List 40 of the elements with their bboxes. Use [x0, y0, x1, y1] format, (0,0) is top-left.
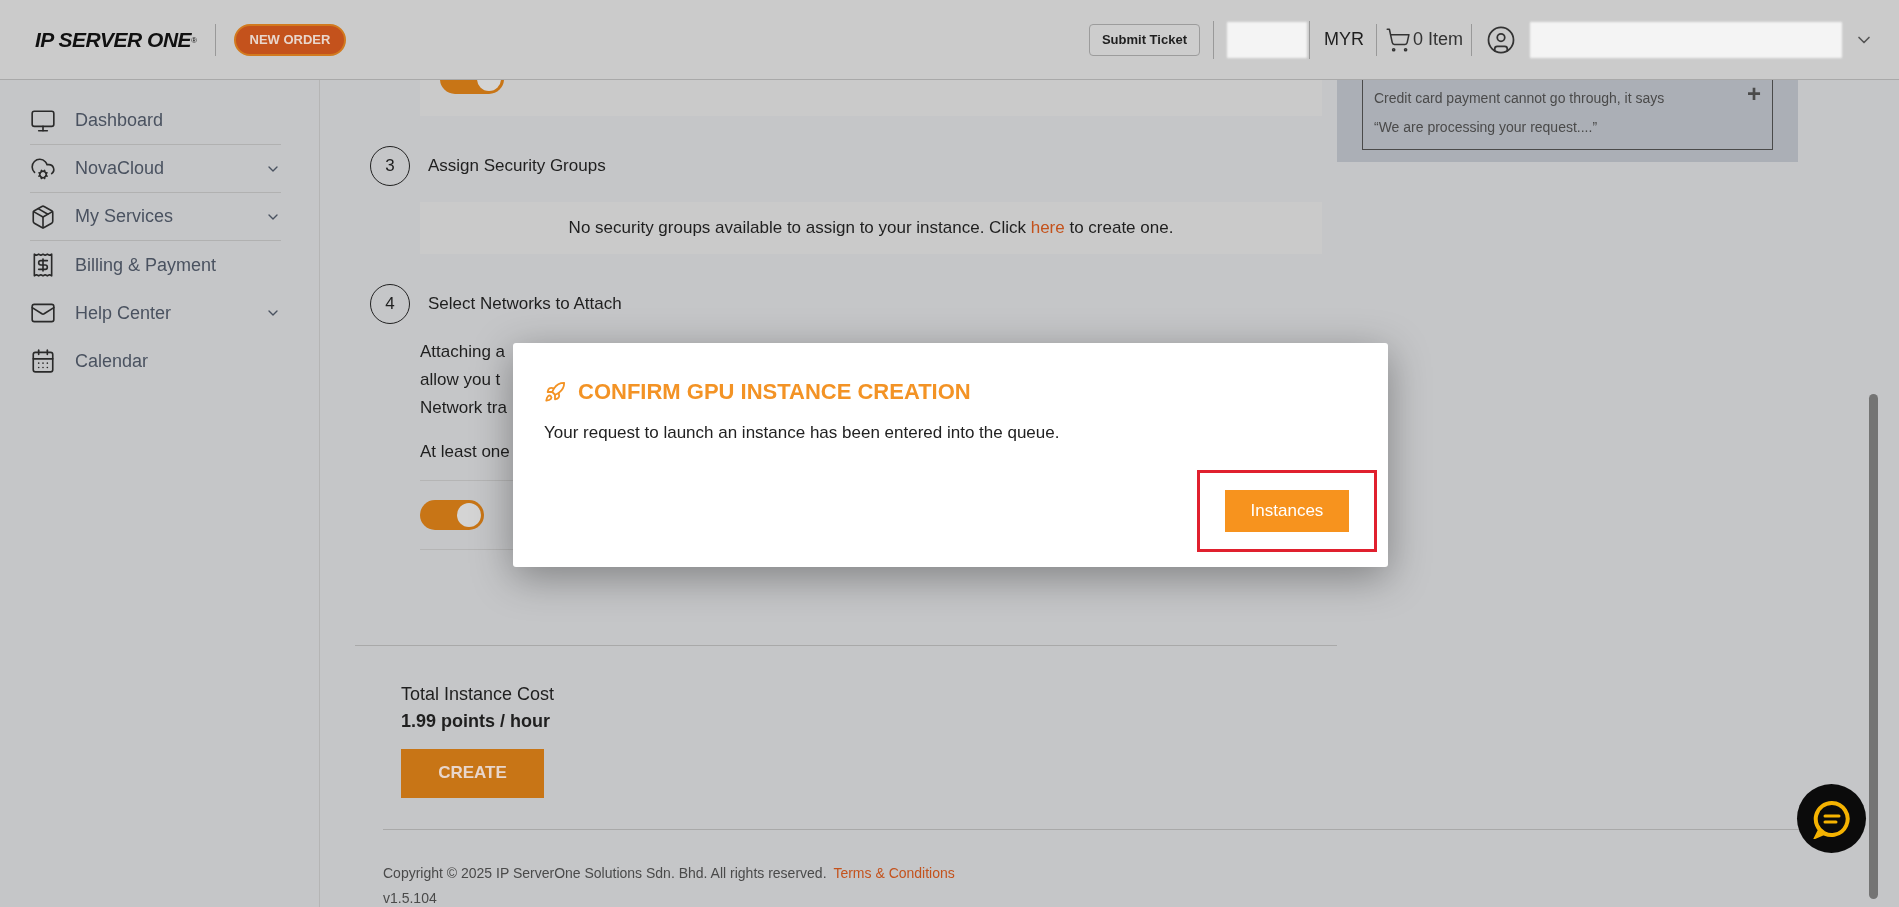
description-text: allow you t: [420, 369, 501, 391]
logo[interactable]: IP SERVER ONE$^{®}$: [35, 23, 197, 56]
monitor-icon: [30, 107, 56, 134]
toggle-switch[interactable]: [420, 499, 484, 530]
copyright-text: Copyright © 2025 IP ServerOne Solutions Sdn. Bhd. All rights reserved. Terms & Conditions: [383, 863, 956, 883]
security-notice: No security groups available to assign to your instance. Click here to create one.: [568, 217, 1174, 240]
cloud-icon: [30, 155, 56, 182]
calendar-icon: [30, 348, 56, 374]
step-title: Assign Security Groups: [428, 155, 606, 178]
sidebar-item[interactable]: Help Center: [30, 289, 281, 337]
create-link[interactable]: here: [1030, 218, 1065, 238]
scrollbar[interactable]: [1869, 394, 1878, 899]
cost-value: 1.99 points / hour: [401, 709, 552, 733]
chat-icon: [1811, 798, 1852, 839]
sidebar-item[interactable]: Dashboard: [30, 97, 281, 145]
sidebar-item[interactable]: My Services: [30, 193, 281, 241]
create-button[interactable]: CREATE: [401, 748, 544, 798]
cost-label: Total Instance Cost: [401, 682, 556, 706]
sidebar-item[interactable]: NovaCloud: [30, 145, 281, 193]
description-text: Network tra: [420, 397, 507, 419]
dialog-title: CONFIRM GPU INSTANCE CREATION: [578, 378, 971, 406]
cart-icon: [1384, 26, 1411, 53]
terms-link[interactable]: Terms & Conditions: [833, 864, 955, 881]
version-text: v1.5.104: [383, 888, 438, 907]
dialog-message: Your request to launch an instance has been entered into the queue.: [544, 422, 1061, 444]
box-icon: [30, 203, 56, 230]
sidebar-item[interactable]: Billing & Payment: [30, 241, 281, 289]
help-card[interactable]: Credit card payment cannot go through, it says “We are processing your request....” +: [1362, 80, 1773, 150]
sidebar-item[interactable]: Calendar: [30, 337, 281, 385]
new-order-button[interactable]: NEW ORDER: [233, 23, 347, 56]
user-icon[interactable]: [1486, 24, 1516, 55]
submit-ticket-button[interactable]: Submit Ticket: [1088, 23, 1200, 56]
currency-label[interactable]: MYR: [1323, 26, 1364, 53]
expand-icon[interactable]: +: [1747, 84, 1761, 104]
note-text: At least one: [420, 441, 510, 463]
help-text: Credit card payment cannot go through, it says “We are processing your request....”: [1374, 89, 1666, 137]
rocket-icon: [544, 380, 566, 403]
cart-link[interactable]: 0 Item: [1384, 26, 1463, 53]
description-text: Attaching a: [420, 341, 506, 363]
step-title: Select Networks to Attach: [428, 293, 622, 316]
